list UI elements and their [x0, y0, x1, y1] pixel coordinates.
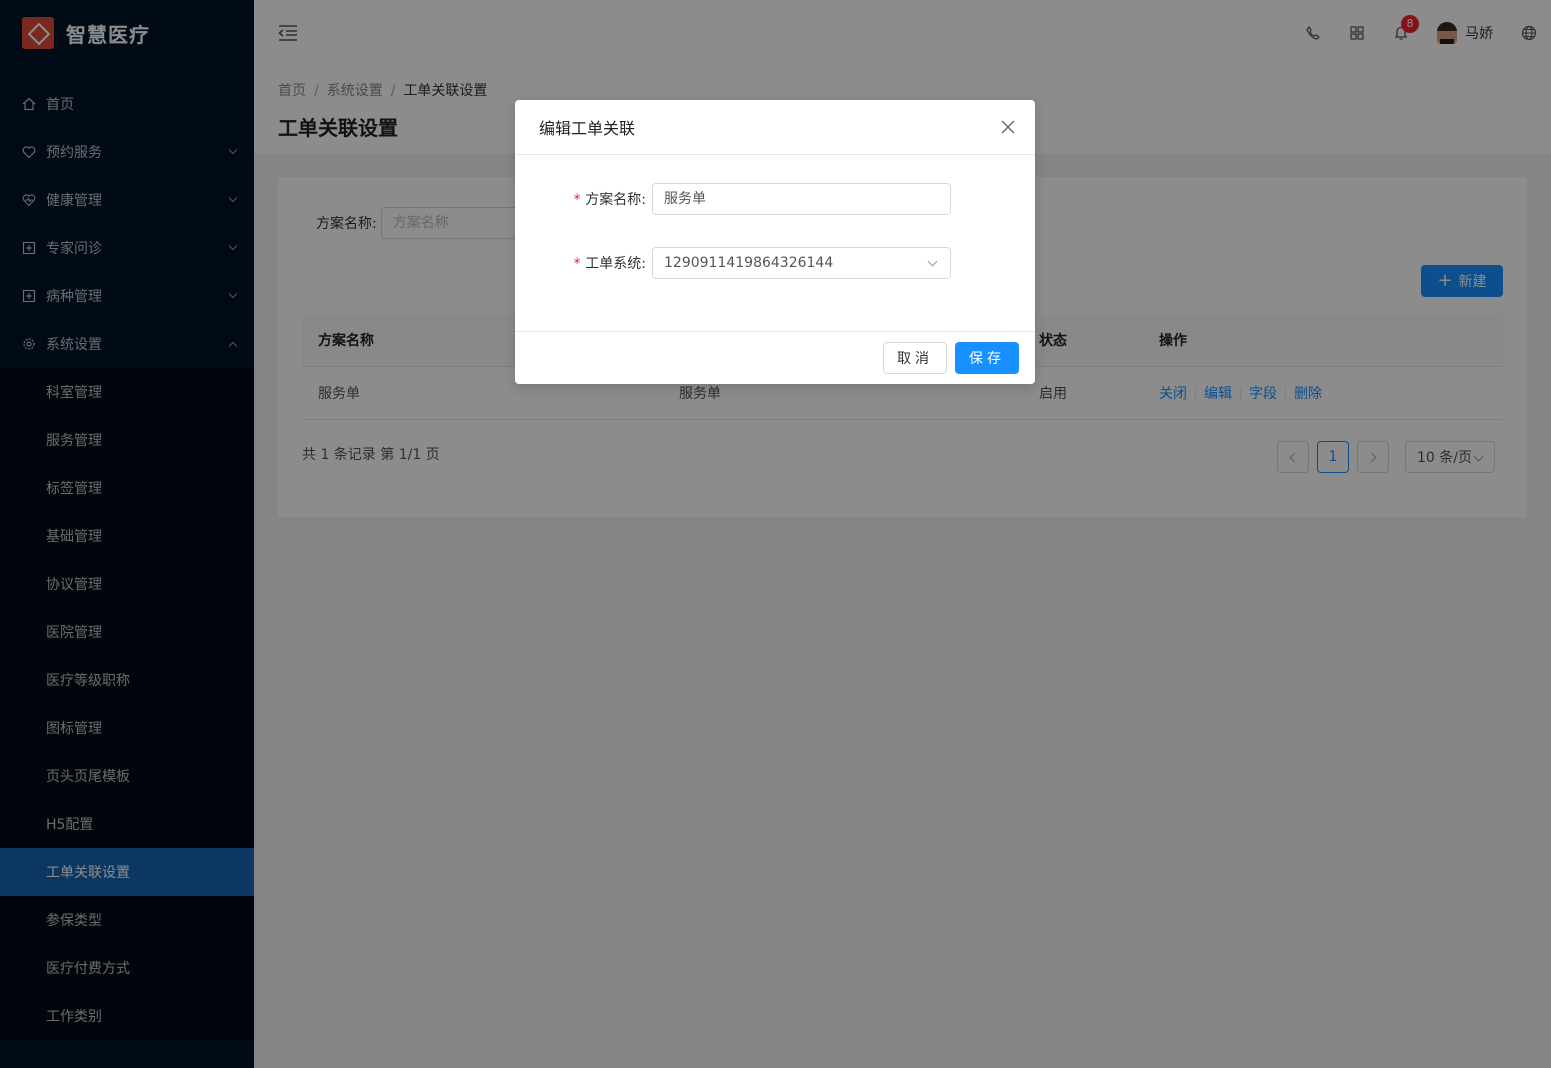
form-row-system: * 工单系统: 1290911419864326144 [515, 247, 951, 279]
form-label: * 工单系统: [515, 253, 652, 273]
form-label: * 方案名称: [515, 189, 652, 209]
required-mark: * [572, 192, 582, 208]
modal-header: 编辑工单关联 [515, 100, 1035, 155]
modal-footer: 取消 保存 [515, 331, 1035, 384]
system-select[interactable]: 1290911419864326144 [652, 247, 951, 279]
close-icon[interactable] [999, 118, 1017, 136]
name-label: 方案名称: [585, 192, 646, 208]
save-button[interactable]: 保存 [955, 342, 1019, 374]
system-label: 工单系统: [585, 256, 646, 272]
cancel-button[interactable]: 取消 [883, 342, 947, 374]
chevron-down-icon [927, 256, 938, 267]
form-row-name: * 方案名称: 服务单 [515, 183, 951, 215]
required-mark: * [572, 256, 582, 272]
edit-modal: 编辑工单关联 * 方案名称: 服务单 * 工单系统: 129091141986432… [515, 100, 1035, 384]
modal-body: * 方案名称: 服务单 * 工单系统: 1290911419864326144 [515, 155, 1035, 331]
name-input[interactable]: 服务单 [652, 183, 951, 215]
modal-title: 编辑工单关联 [539, 119, 636, 138]
system-select-value: 1290911419864326144 [664, 255, 834, 271]
